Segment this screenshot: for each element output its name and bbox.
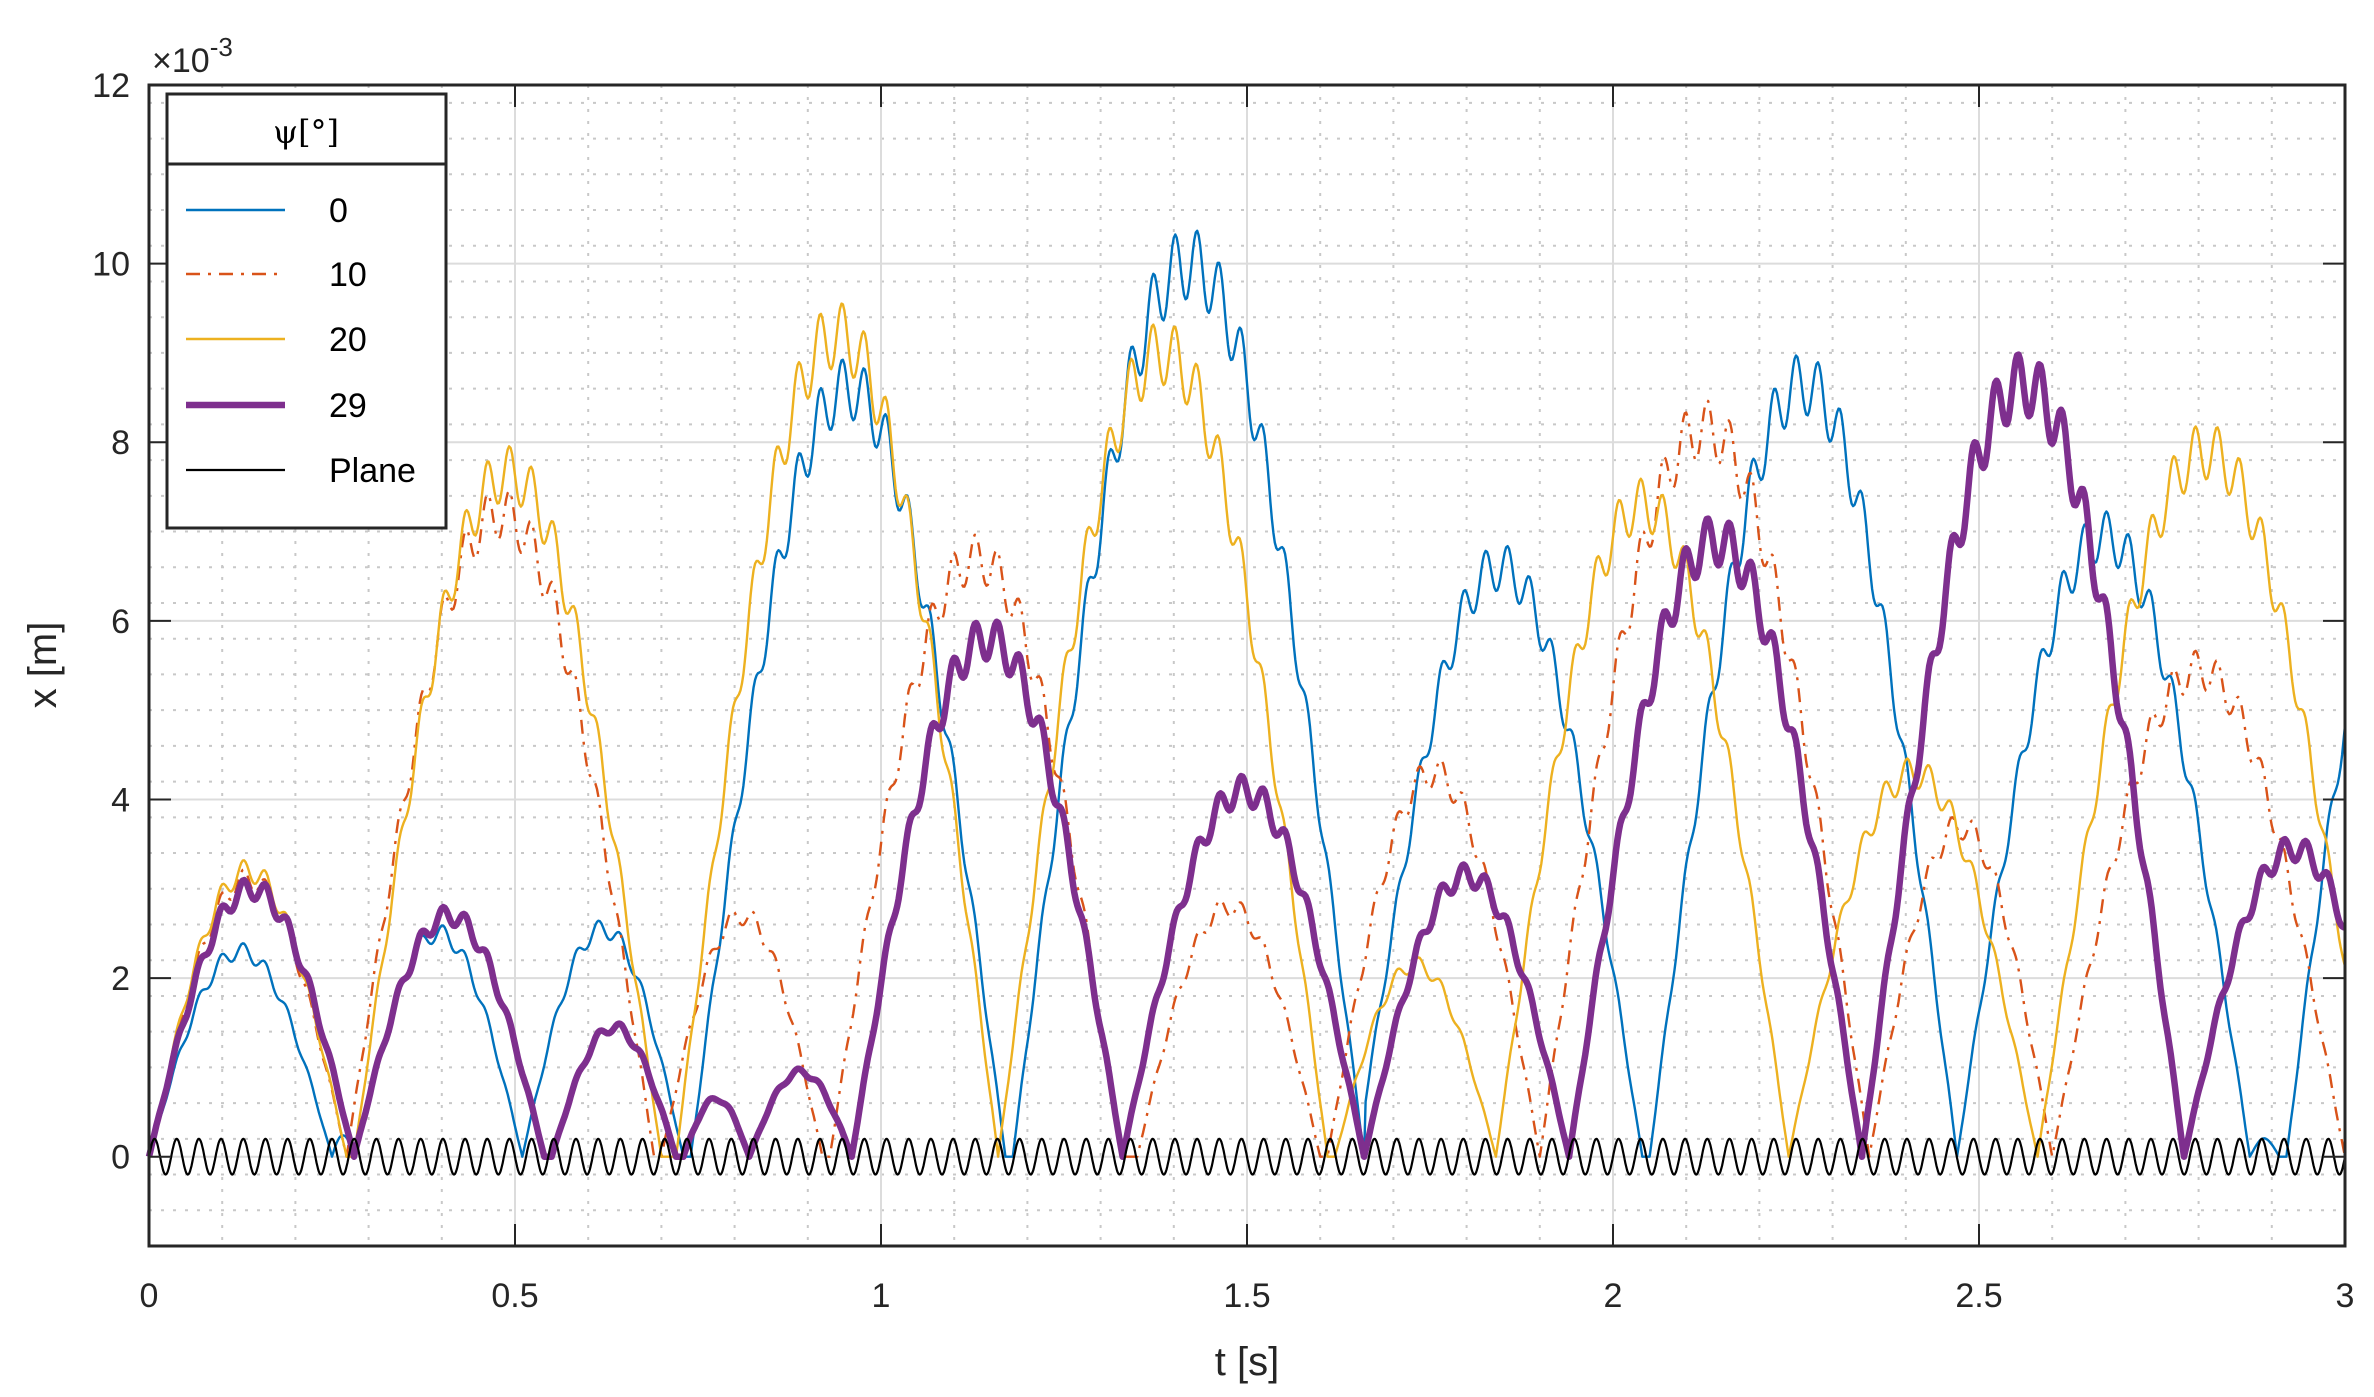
y-exponent-power: -3 xyxy=(210,32,233,62)
y-tick-label: 4 xyxy=(111,781,130,819)
line-chart: 0 0.5 1 1.5 2 2.5 3 0 2 4 6 8 10 12 ×10-3 t [s] x [m]… xyxy=(0,0,2374,1397)
legend-label: 29 xyxy=(329,387,367,425)
x-tick-label: 1 xyxy=(872,1277,891,1315)
x-tick-label: 2.5 xyxy=(1955,1277,2002,1315)
x-tick-label: 1.5 xyxy=(1223,1277,1270,1315)
legend-label: 0 xyxy=(329,192,348,230)
y-tick-label: 10 xyxy=(92,246,130,284)
legend: ψ[°] 0 10 20 29 Plane xyxy=(165,92,448,530)
x-tick-label: 3 xyxy=(2336,1277,2355,1315)
y-axis-label: x [m] xyxy=(21,622,65,709)
legend-label: Plane xyxy=(329,452,416,490)
legend-label: 20 xyxy=(329,321,367,359)
y-tick-label: 12 xyxy=(92,67,130,105)
y-tick-label: 6 xyxy=(111,603,130,641)
x-tick-label: 0.5 xyxy=(491,1277,538,1315)
y-tick-label: 2 xyxy=(111,960,130,998)
y-tick-label: 8 xyxy=(111,424,130,462)
x-tick-label: 2 xyxy=(1604,1277,1623,1315)
legend-title: ψ[°] xyxy=(273,113,339,151)
legend-label: 10 xyxy=(329,256,367,294)
x-axis-label: t [s] xyxy=(1215,1340,1279,1384)
y-tick-label: 0 xyxy=(111,1139,130,1177)
x-tick-label: 0 xyxy=(140,1277,159,1315)
y-exponent-base: ×10 xyxy=(152,42,210,80)
